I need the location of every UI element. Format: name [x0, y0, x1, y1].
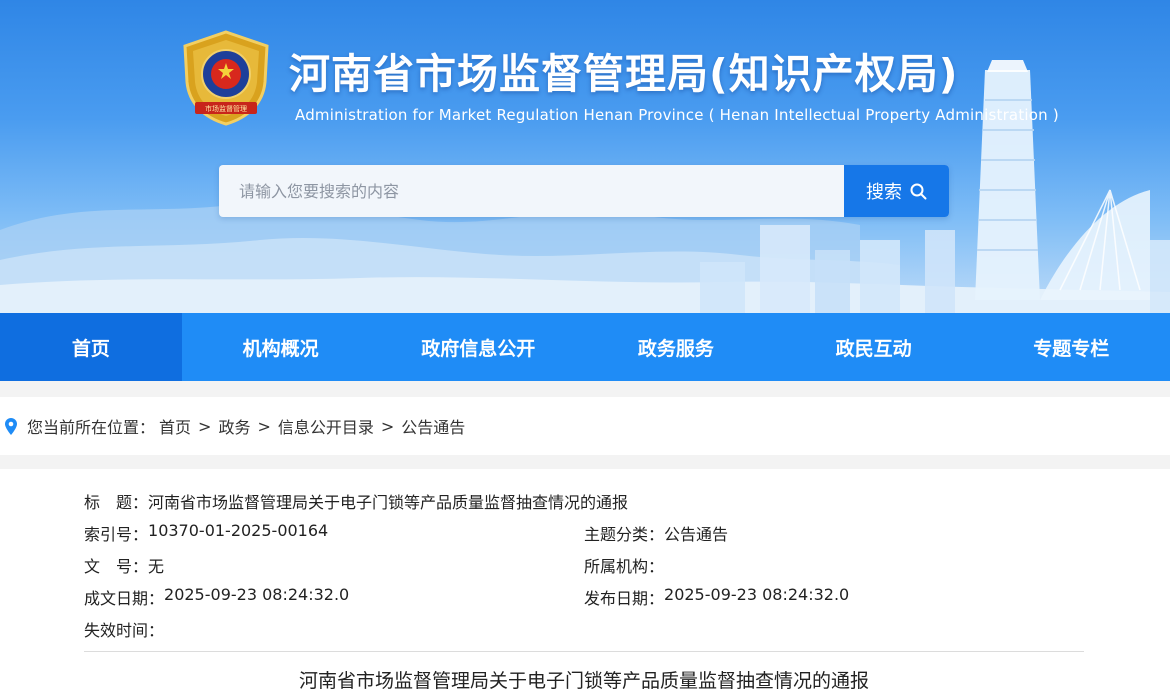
search-box: 搜索	[219, 165, 949, 217]
document-meta: 标 题： 河南省市场监督管理局关于电子门锁等产品质量监督抽查情况的通报 索引号：…	[0, 469, 1170, 693]
meta-index-value: 10370-01-2025-00164	[148, 521, 329, 540]
meta-org-label: 所属机构：	[584, 557, 665, 576]
meta-title-label: 标 题：	[84, 493, 149, 512]
section-gap	[0, 381, 1170, 397]
meta-org: 所属机构：	[584, 553, 1084, 577]
meta-topic-label: 主题分类：	[584, 525, 665, 544]
search-input[interactable]	[219, 165, 844, 217]
breadcrumb-affairs[interactable]: 政务	[218, 414, 250, 438]
section-gap	[0, 455, 1170, 469]
meta-expire-label: 失效时间：	[84, 621, 165, 640]
breadcrumb-prefix: 您当前所在位置：	[27, 418, 156, 437]
site-title: 河南省市场监督管理局(知识产权局)	[289, 50, 959, 98]
site-subtitle: Administration for Market Regulation Hen…	[295, 106, 1059, 124]
meta-docno-label: 文 号：	[84, 557, 149, 576]
meta-topic-value: 公告通告	[664, 525, 729, 544]
meta-docno: 文 号： 无	[84, 553, 584, 577]
meta-index-label: 索引号：	[84, 525, 149, 544]
meta-expire: 失效时间：	[84, 617, 584, 641]
emblem-text: 市场监督管理	[205, 104, 247, 113]
meta-published-value: 2025-09-23 08:24:32.0	[664, 585, 850, 604]
meta-created: 成文日期： 2025-09-23 08:24:32.0	[84, 585, 584, 609]
meta-topic: 主题分类： 公告通告	[584, 521, 1084, 545]
main-nav: 首页 机构概况 政府信息公开 政务服务 政民互动 专题专栏	[0, 313, 1170, 381]
meta-title: 标 题： 河南省市场监督管理局关于电子门锁等产品质量监督抽查情况的通报	[84, 489, 1084, 513]
meta-index: 索引号： 10370-01-2025-00164	[84, 521, 584, 545]
nav-item-about[interactable]: 机构概况	[182, 313, 380, 381]
breadcrumb-separator: >	[198, 416, 212, 436]
meta-published: 发布日期： 2025-09-23 08:24:32.0	[584, 585, 1084, 609]
meta-created-value: 2025-09-23 08:24:32.0	[164, 585, 350, 604]
nav-item-home[interactable]: 首页	[0, 313, 182, 381]
search-button[interactable]: 搜索	[844, 165, 949, 217]
nav-item-topics[interactable]: 专题专栏	[972, 313, 1170, 381]
breadcrumb-separator: >	[380, 416, 395, 436]
breadcrumb-info-catalog[interactable]: 信息公开目录	[278, 414, 374, 438]
meta-created-label: 成文日期：	[84, 589, 165, 608]
search-button-label: 搜索	[866, 182, 902, 203]
search-icon	[910, 183, 927, 199]
police-emblem-logo: 市场监督管理	[181, 30, 271, 126]
meta-docno-value: 无	[148, 557, 165, 576]
nav-item-interaction[interactable]: 政民互动	[775, 313, 973, 381]
nav-item-gov-info[interactable]: 政府信息公开	[379, 313, 577, 381]
article-title: 河南省市场监督管理局关于电子门锁等产品质量监督抽查情况的通报	[298, 670, 869, 692]
breadcrumb-separator: >	[257, 416, 271, 436]
meta-published-label: 发布日期：	[584, 589, 665, 608]
nav-item-services[interactable]: 政务服务	[577, 313, 775, 381]
header-banner: 市场监督管理 河南省市场监督管理局(知识产权局) Administration …	[0, 0, 1170, 313]
breadcrumb-home[interactable]: 首页	[159, 414, 191, 438]
location-pin-icon	[5, 417, 17, 435]
meta-title-value: 河南省市场监督管理局关于电子门锁等产品质量监督抽查情况的通报	[148, 493, 629, 512]
breadcrumb: 您当前所在位置： 首页 > 政务 > 信息公开目录 > 公告通告	[0, 397, 1170, 455]
breadcrumb-notices[interactable]: 公告通告	[401, 414, 465, 438]
meta-divider	[84, 651, 1084, 652]
